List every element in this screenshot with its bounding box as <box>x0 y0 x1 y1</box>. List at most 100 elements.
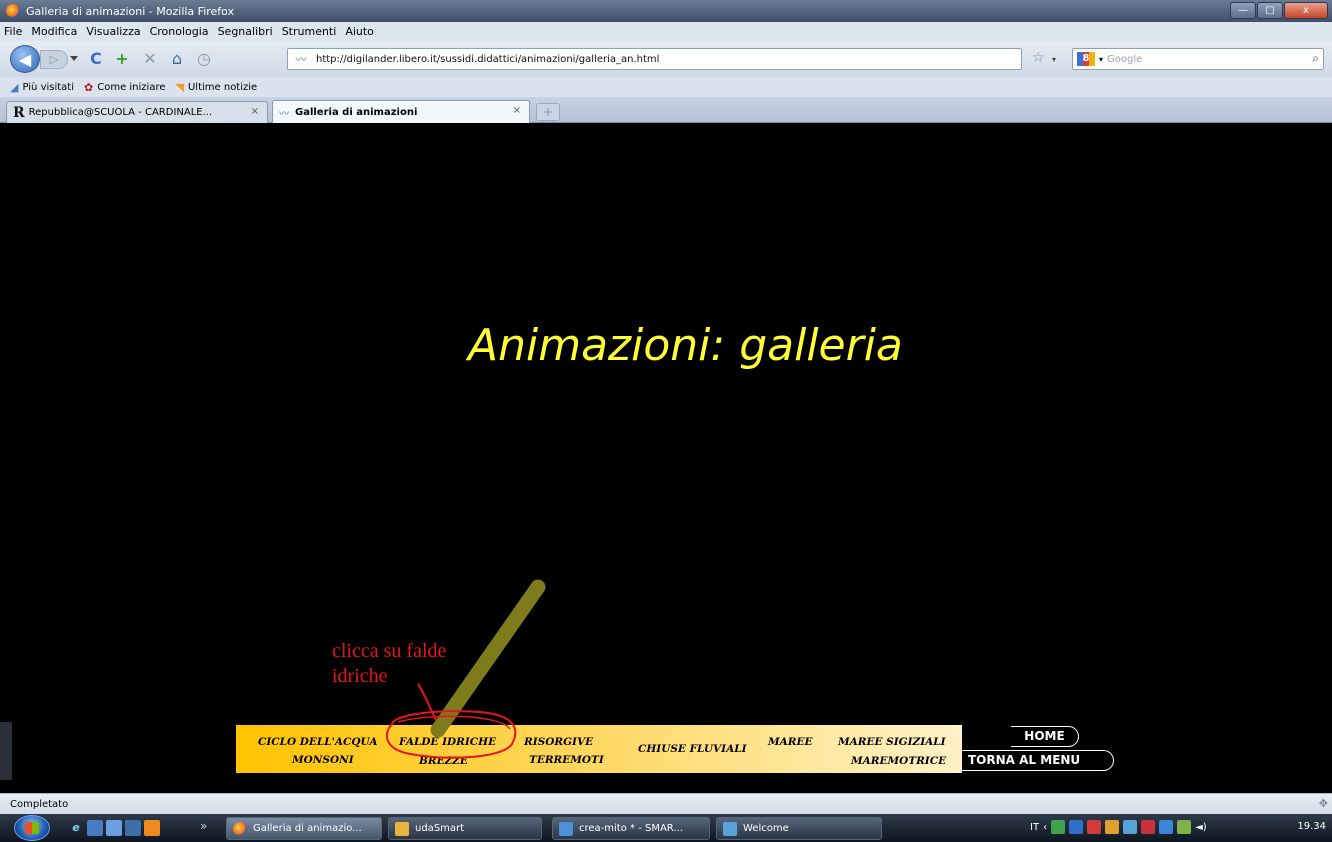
quicklaunch-app-icon[interactable] <box>106 820 122 836</box>
site-tab-icon: 〰 <box>279 108 289 120</box>
link-chiuse-fluviali[interactable]: CHIUSE FLUVIALI <box>638 743 747 755</box>
network-icon[interactable] <box>1159 820 1174 834</box>
reload-icon[interactable]: C <box>86 49 106 69</box>
tray-app-icon[interactable] <box>1087 820 1102 834</box>
annotation-text: clicca su falde idriche <box>332 640 447 687</box>
firefox-icon <box>6 4 20 18</box>
link-terremoti[interactable]: TERREMOTI <box>529 754 604 766</box>
search-placeholder[interactable]: Google <box>1107 54 1142 65</box>
url-bar[interactable]: 〰 http://digilander.libero.it/sussidi.di… <box>287 48 1022 70</box>
history-icon[interactable]: ◷ <box>194 49 214 69</box>
menu-visualizza[interactable]: Visualizza <box>86 25 140 38</box>
search-engine-dropdown-icon[interactable]: ▾ <box>1099 55 1103 64</box>
tray-app-icon[interactable] <box>1123 820 1138 834</box>
tray-expand-icon[interactable]: ‹ <box>1043 822 1047 833</box>
link-maree[interactable]: MAREE <box>768 736 813 748</box>
link-maree-sigiziali[interactable]: MAREE SIGIZIALI <box>838 736 946 748</box>
history-dropdown-icon[interactable] <box>70 56 78 61</box>
quicklaunch-app-icon[interactable] <box>87 820 103 836</box>
google-icon[interactable]: 8 <box>1077 52 1095 66</box>
link-falde-idriche[interactable]: FALDE IDRICHE <box>399 736 496 748</box>
minimize-button[interactable]: — <box>1230 2 1256 19</box>
getting-started-icon: ✿ <box>84 80 94 94</box>
menu-strumenti[interactable]: Strumenti <box>282 25 337 38</box>
search-icon[interactable]: ⌕ <box>1312 51 1319 66</box>
menu-cronologia[interactable]: Cronologia <box>150 25 209 38</box>
bookmark-piu-visitati[interactable]: ◢ Più visitati <box>10 81 74 94</box>
volume-icon[interactable]: ◄) <box>1195 822 1207 833</box>
tray-app-icon[interactable] <box>1069 820 1084 834</box>
taskbar-item-udasmart[interactable]: udaSmart <box>388 817 542 840</box>
navigation-toolbar: ◀ ▷ C + ✕ ⌂ ◷ 〰 http://digilander.libero… <box>0 41 1332 77</box>
tab-galleria[interactable]: 〰 Galleria di animazioni × <box>272 100 530 123</box>
menu-segnalibri[interactable]: Segnalibri <box>218 25 273 38</box>
tray-app-icon[interactable] <box>1177 820 1192 834</box>
annotation-pointer <box>417 683 437 721</box>
tab-bar: R Repubblica@SCUOLA - CARDINALE... × 〰 G… <box>0 97 1332 123</box>
task-label: Galleria di animazio... <box>253 823 362 834</box>
tab-close-icon[interactable]: × <box>513 105 521 116</box>
internet-explorer-icon[interactable]: e <box>68 820 84 836</box>
page-content: Animazioni: galleria clicca su falde idr… <box>0 124 1332 793</box>
start-button[interactable] <box>14 815 50 841</box>
search-box[interactable]: 8 ▾ Google ⌕ <box>1072 48 1324 70</box>
repubblica-icon: R <box>13 104 25 121</box>
new-tab-button[interactable]: + <box>536 103 560 121</box>
taskbar-item-firefox[interactable]: Galleria di animazio... <box>226 817 382 840</box>
url-text[interactable]: http://digilander.libero.it/sussidi.dida… <box>316 54 659 65</box>
tab-repubblica[interactable]: R Repubblica@SCUOLA - CARDINALE... × <box>6 101 268 123</box>
tray-app-icon[interactable] <box>1141 820 1156 834</box>
clock[interactable]: 19.34 <box>1297 821 1326 832</box>
back-to-menu-button[interactable]: TORNA AL MENU <box>962 750 1114 771</box>
status-bar: Completato ✥ <box>0 793 1332 814</box>
window-titlebar: Galleria di animazioni - Mozilla Firefox… <box>0 0 1332 22</box>
task-label: udaSmart <box>415 823 465 834</box>
tray-app-icon[interactable] <box>1051 820 1066 834</box>
bookmark-come-iniziare[interactable]: ✿ Come iniziare <box>84 81 166 94</box>
windows-logo-icon <box>25 822 39 834</box>
link-ciclo-acqua[interactable]: CICLO DELL'ACQUA <box>258 736 378 748</box>
quicklaunch-app-icon[interactable] <box>125 820 141 836</box>
stop-icon[interactable]: ✕ <box>140 49 160 69</box>
link-monsoni[interactable]: MONSONI <box>292 754 354 766</box>
quicklaunch-more-icon[interactable]: » <box>200 819 207 833</box>
menu-bar: File Modifica Visualizza Cronologia Segn… <box>0 22 1332 41</box>
maximize-button[interactable]: □ <box>1257 2 1283 19</box>
star-icon[interactable]: ☆ <box>1032 50 1045 66</box>
folder-icon <box>395 821 409 836</box>
add-bookmark-icon[interactable]: + <box>112 49 132 69</box>
bookmark-ultime-notizie[interactable]: ◥ Ultime notizie <box>176 81 258 94</box>
link-risorgive[interactable]: RISORGIVE <box>524 736 593 748</box>
language-indicator[interactable]: IT <box>1030 822 1039 833</box>
tab-label: Galleria di animazioni <box>295 106 418 118</box>
taskbar-item-welcome[interactable]: Welcome <box>716 817 882 840</box>
back-button[interactable]: ◀ <box>10 45 40 73</box>
home-icon[interactable]: ⌂ <box>167 49 187 69</box>
task-label: crea-mito * - SMAR... <box>579 823 683 834</box>
tray-app-icon[interactable] <box>1105 820 1120 834</box>
bookmark-label: Come iniziare <box>97 81 166 93</box>
task-label: Welcome <box>743 823 789 834</box>
link-brezze[interactable]: BREZZE <box>419 755 468 767</box>
bookmark-label: Più visitati <box>22 81 75 93</box>
bookmark-visited-icon: ◢ <box>10 80 19 94</box>
forward-button[interactable]: ▷ <box>40 50 68 69</box>
firefox-icon <box>233 821 247 836</box>
bookmark-label: Ultime notizie <box>187 81 258 93</box>
menu-modifica[interactable]: Modifica <box>31 25 77 38</box>
link-maremotrice[interactable]: MAREMOTRICE <box>851 755 946 767</box>
status-text: Completato <box>10 798 69 810</box>
quicklaunch-app-icon[interactable] <box>144 820 160 836</box>
site-identity-icon[interactable]: 〰 <box>292 51 310 67</box>
page-title: Animazioni: galleria <box>468 320 903 371</box>
tab-close-icon[interactable]: × <box>251 106 259 117</box>
url-dropdown-icon[interactable]: ▾ <box>1052 55 1056 64</box>
window-edge <box>0 722 12 780</box>
menu-file[interactable]: File <box>4 25 22 38</box>
close-button[interactable]: x <box>1284 2 1328 19</box>
taskbar-item-smart[interactable]: crea-mito * - SMAR... <box>552 817 710 840</box>
tab-label: Repubblica@SCUOLA - CARDINALE... <box>28 107 213 118</box>
menu-aiuto[interactable]: Aiuto <box>345 25 374 38</box>
home-button[interactable]: HOME <box>1011 726 1079 747</box>
resize-grip-icon[interactable]: ✥ <box>1319 797 1328 810</box>
